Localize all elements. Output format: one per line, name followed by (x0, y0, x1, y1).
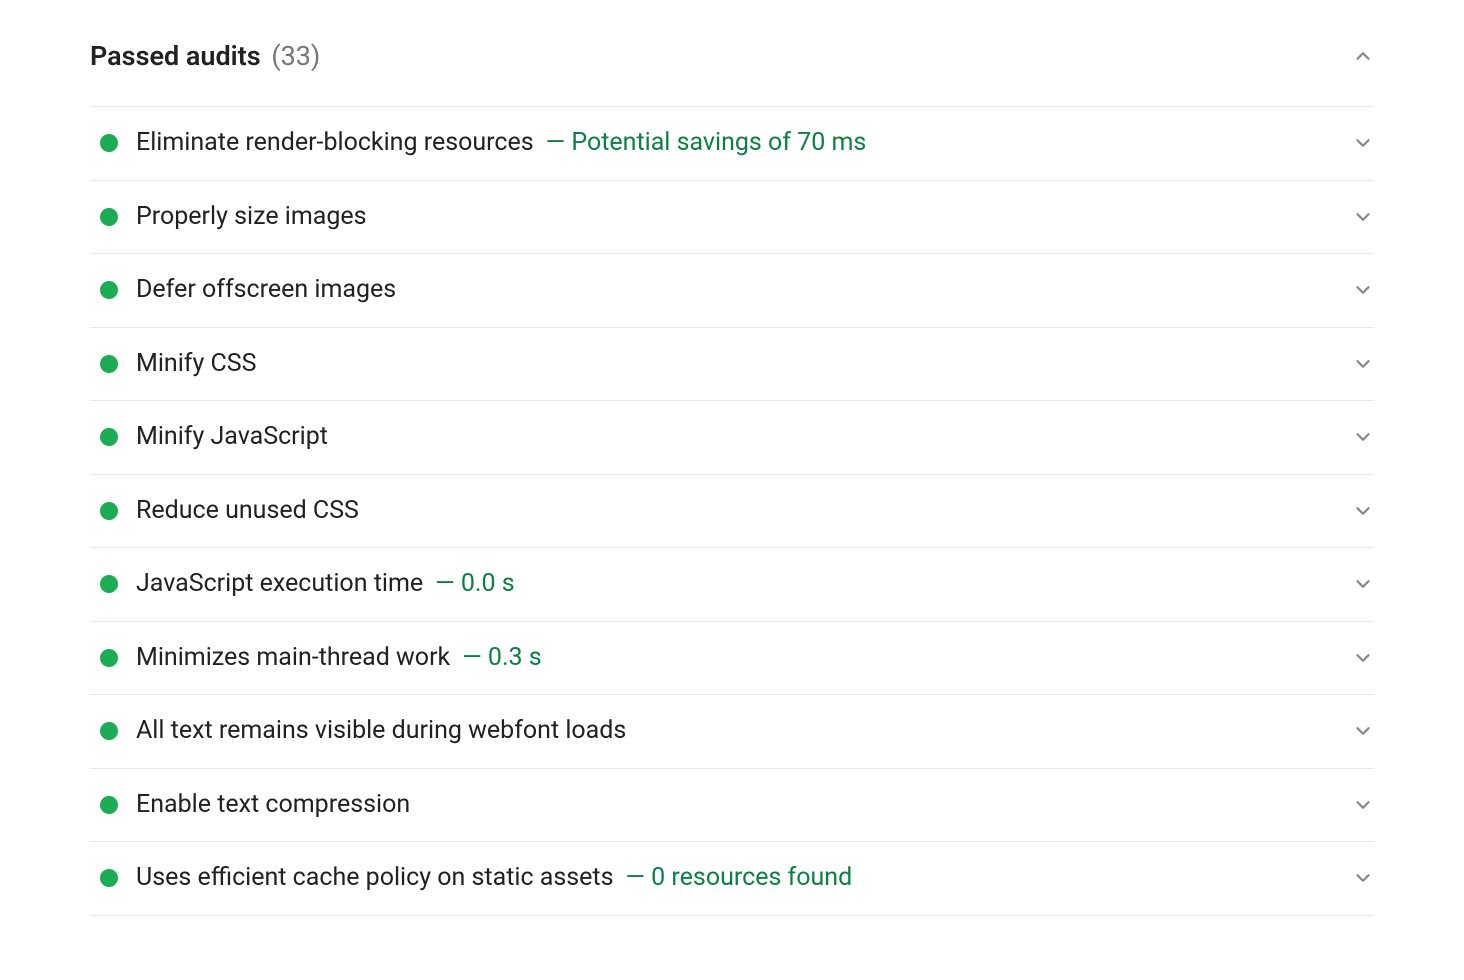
audit-left: Minify CSS (100, 348, 256, 381)
audit-row[interactable]: Reduce unused CSS (90, 474, 1374, 548)
audit-left: Uses efficient cache policy on static as… (100, 862, 852, 895)
audit-title: Reduce unused CSS (136, 496, 359, 525)
audit-row[interactable]: Enable text compression (90, 768, 1374, 842)
audit-row[interactable]: Eliminate render-blocking resources — Po… (90, 106, 1374, 180)
chevron-down-icon (1352, 573, 1374, 595)
audit-left: All text remains visible during webfont … (100, 715, 626, 748)
chevron-up-icon (1352, 45, 1374, 67)
audit-row[interactable]: Defer offscreen images (90, 253, 1374, 327)
audit-title: Uses efficient cache policy on static as… (136, 863, 613, 892)
audit-detail: — 0.3 s (462, 643, 542, 672)
pass-circle-icon (100, 428, 118, 446)
audit-left: Properly size images (100, 201, 367, 234)
pass-circle-icon (100, 134, 118, 152)
passed-audits-count: (33) (271, 40, 320, 72)
chevron-down-icon (1352, 353, 1374, 375)
pass-circle-icon (100, 796, 118, 814)
audit-left: Minify JavaScript (100, 421, 328, 454)
audit-list: Eliminate render-blocking resources — Po… (90, 106, 1374, 916)
audit-left: Minimizes main-thread work — 0.3 s (100, 642, 542, 675)
passed-audits-header[interactable]: Passed audits (33) (90, 40, 1374, 106)
audit-text: Minify CSS (136, 348, 256, 381)
audit-row[interactable]: Minimizes main-thread work — 0.3 s (90, 621, 1374, 695)
audit-row[interactable]: Minify JavaScript (90, 400, 1374, 474)
audit-left: Reduce unused CSS (100, 495, 359, 528)
audit-detail: — Potential savings of 70 ms (546, 128, 867, 157)
audit-row[interactable]: All text remains visible during webfont … (90, 694, 1374, 768)
audit-text: Properly size images (136, 201, 367, 234)
audit-text: Uses efficient cache policy on static as… (136, 862, 852, 895)
chevron-down-icon (1352, 867, 1374, 889)
pass-circle-icon (100, 649, 118, 667)
audit-row[interactable]: JavaScript execution time — 0.0 s (90, 547, 1374, 621)
audit-title: Eliminate render-blocking resources (136, 128, 534, 157)
audit-title: Minify JavaScript (136, 422, 328, 451)
audit-text: Reduce unused CSS (136, 495, 359, 528)
audit-title: Defer offscreen images (136, 275, 396, 304)
pass-circle-icon (100, 575, 118, 593)
pass-circle-icon (100, 722, 118, 740)
audit-title: Minify CSS (136, 349, 256, 378)
pass-circle-icon (100, 869, 118, 887)
audit-row[interactable]: Uses efficient cache policy on static as… (90, 841, 1374, 915)
chevron-down-icon (1352, 206, 1374, 228)
passed-audits-label: Passed audits (90, 40, 261, 72)
audit-left: Defer offscreen images (100, 274, 396, 307)
audit-left: Eliminate render-blocking resources — Po… (100, 127, 866, 160)
chevron-down-icon (1352, 647, 1374, 669)
audit-text: All text remains visible during webfont … (136, 715, 626, 748)
audit-title: Properly size images (136, 202, 367, 231)
pass-circle-icon (100, 281, 118, 299)
audit-text: Defer offscreen images (136, 274, 396, 307)
audit-text: Enable text compression (136, 789, 410, 822)
chevron-down-icon (1352, 500, 1374, 522)
audit-left: Enable text compression (100, 789, 410, 822)
audit-text: Eliminate render-blocking resources — Po… (136, 127, 866, 160)
audit-row[interactable]: Minify CSS (90, 327, 1374, 401)
audit-title: Enable text compression (136, 790, 410, 819)
audit-detail: — 0 resources found (625, 863, 852, 892)
chevron-down-icon (1352, 132, 1374, 154)
audit-title: All text remains visible during webfont … (136, 716, 626, 745)
pass-circle-icon (100, 208, 118, 226)
passed-audits-title: Passed audits (33) (90, 40, 320, 72)
pass-circle-icon (100, 355, 118, 373)
chevron-down-icon (1352, 426, 1374, 448)
audit-left: JavaScript execution time — 0.0 s (100, 568, 515, 601)
audit-title: JavaScript execution time (136, 569, 423, 598)
audit-text: Minimizes main-thread work — 0.3 s (136, 642, 542, 675)
audit-title: Minimizes main-thread work (136, 643, 450, 672)
chevron-down-icon (1352, 794, 1374, 816)
audit-row[interactable]: Properly size images (90, 180, 1374, 254)
audit-text: JavaScript execution time — 0.0 s (136, 568, 515, 601)
chevron-down-icon (1352, 720, 1374, 742)
chevron-down-icon (1352, 279, 1374, 301)
pass-circle-icon (100, 502, 118, 520)
audit-text: Minify JavaScript (136, 421, 328, 454)
audit-detail: — 0.0 s (435, 569, 515, 598)
